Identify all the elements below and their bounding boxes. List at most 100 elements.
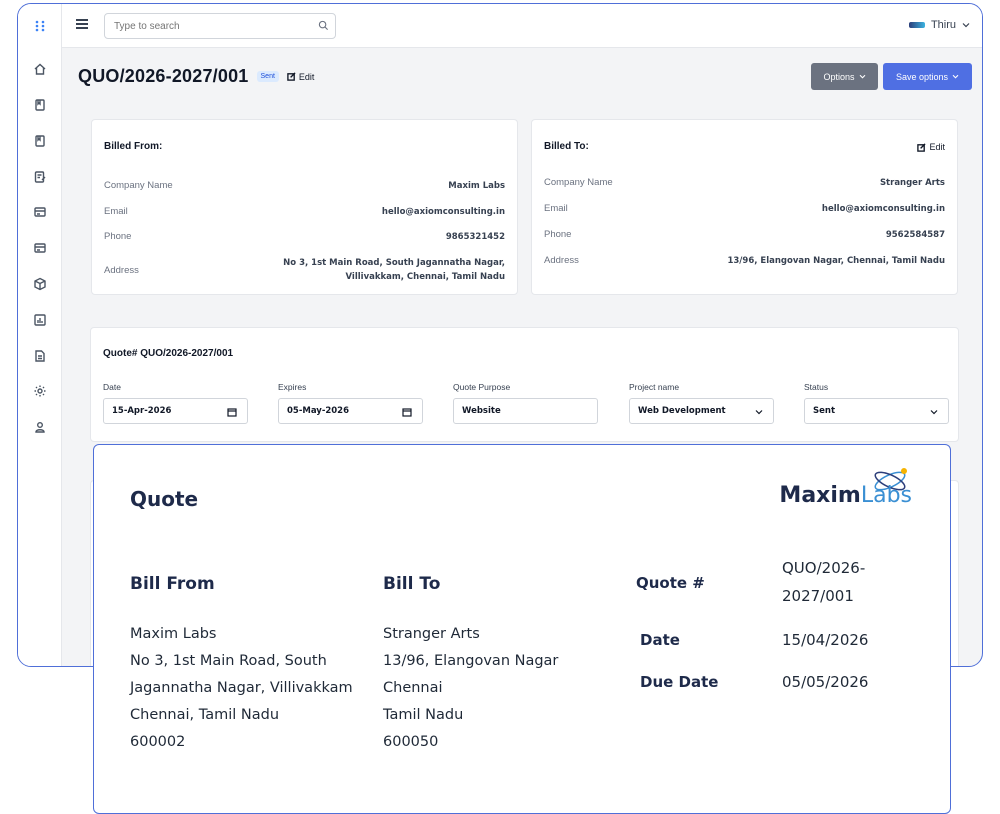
save-options-button[interactable]: Save options xyxy=(883,63,972,90)
search-icon xyxy=(318,20,329,31)
quote-number-title: Quote# QUO/2026-2027/001 xyxy=(103,348,234,359)
email-label: Email xyxy=(104,206,128,217)
quote-details-card: Quote# QUO/2026-2027/001 Date 15-Apr-202… xyxy=(90,327,959,442)
chevron-down-icon xyxy=(859,74,865,79)
box-icon[interactable] xyxy=(30,274,50,294)
expires-label: Expires xyxy=(278,382,307,392)
phone-value: 9865321452 xyxy=(445,232,505,242)
email-label: Email xyxy=(544,203,568,214)
top-bar: Thiru xyxy=(62,4,982,48)
bill-to-line: Stranger Arts xyxy=(383,626,480,642)
address-value-line2: Villivakkam, Chennai, Tamil Nadu xyxy=(345,272,505,282)
chevron-down-icon xyxy=(755,410,763,415)
project-name-select[interactable]: Web Development xyxy=(629,398,774,424)
address-label: Address xyxy=(104,265,139,276)
address-value-line1: No 3, 1st Main Road, South Jagannatha Na… xyxy=(283,258,505,268)
bill-to-heading: Bill To xyxy=(383,574,441,594)
edit-icon xyxy=(287,72,296,81)
brand-sub: Labs xyxy=(860,483,912,508)
bookmark-icon[interactable] xyxy=(30,131,50,151)
date-input[interactable]: 15-Apr-2026 xyxy=(103,398,248,424)
edit-icon xyxy=(917,142,927,152)
bill-to-line: 600050 xyxy=(383,734,439,750)
billed-from-card: Billed From: Company Name Maxim Labs Ema… xyxy=(91,119,518,295)
expires-input[interactable]: 05-May-2026 xyxy=(278,398,423,424)
save-options-label: Save options xyxy=(895,71,949,82)
user-menu[interactable]: Thiru xyxy=(908,19,970,31)
card-icon[interactable] xyxy=(30,202,50,222)
date-value: 15-Apr-2026 xyxy=(112,406,172,416)
quote-number-label: Quote # xyxy=(636,574,705,592)
bill-from-address: Maxim Labs No 3, 1st Main Road, South Ja… xyxy=(130,621,353,756)
bill-from-line: 600002 xyxy=(130,734,186,750)
preview-title: Quote xyxy=(130,487,199,511)
chart-icon[interactable] xyxy=(30,310,50,330)
bill-to-line: Tamil Nadu xyxy=(383,707,464,723)
menu-icon[interactable] xyxy=(76,19,88,29)
billed-from-title: Billed From: xyxy=(104,141,163,152)
sidebar xyxy=(18,4,62,666)
due-date-label: Due Date xyxy=(640,673,719,691)
date-label: Date xyxy=(103,382,121,392)
status-label: Status xyxy=(804,382,829,392)
phone-label: Phone xyxy=(544,229,572,240)
billed-to-edit-link[interactable]: Edit xyxy=(917,142,945,152)
quote-purpose-label: Quote Purpose xyxy=(453,382,511,392)
bill-to-line: 13/96, Elangovan Nagar xyxy=(383,653,559,669)
email-value: hello@axiomconsulting.in xyxy=(381,207,505,217)
address-value: 13/96, Elangovan Nagar, Chennai, Tamil N… xyxy=(727,256,945,266)
bill-to-line: Chennai xyxy=(383,680,443,696)
bill-to-address: Stranger Arts 13/96, Elangovan Nagar Che… xyxy=(383,621,558,756)
chevron-down-icon xyxy=(930,410,938,415)
project-name-value: Web Development xyxy=(638,406,726,416)
options-label: Options xyxy=(823,71,855,82)
document-icon[interactable] xyxy=(30,346,50,366)
options-button[interactable]: Options xyxy=(811,63,878,90)
bill-from-line: Jagannatha Nagar, Villivakkam xyxy=(130,680,353,696)
chevron-down-icon xyxy=(962,23,970,28)
page-title: QUO/2026-2027/001 xyxy=(78,66,249,86)
edit-label: Edit xyxy=(298,71,315,82)
calendar-icon[interactable] xyxy=(402,407,412,417)
date-label: Date xyxy=(640,631,680,649)
phone-label: Phone xyxy=(104,231,132,242)
edit-quote-link[interactable]: Edit xyxy=(287,71,315,82)
book-icon[interactable] xyxy=(30,95,50,115)
billed-to-edit-label: Edit xyxy=(929,142,945,152)
expires-value: 05-May-2026 xyxy=(287,406,350,416)
company-name-label: Company Name xyxy=(544,177,613,188)
card-alt-icon[interactable] xyxy=(30,238,50,258)
brand-wordmark: MaximLabs xyxy=(779,483,912,508)
brand-main: Maxim xyxy=(779,483,861,508)
status-select[interactable]: Sent xyxy=(804,398,949,424)
bill-from-line: No 3, 1st Main Road, South xyxy=(130,653,327,669)
company-name-value: Maxim Labs xyxy=(448,181,505,191)
status-badge: Sent xyxy=(256,71,279,82)
quote-preview: Quote MaximLabs Bill From Maxim Labs No … xyxy=(93,444,951,814)
bill-from-heading: Bill From xyxy=(130,574,215,594)
quote-purpose-input[interactable]: Website xyxy=(453,398,598,424)
bill-from-line: Maxim Labs xyxy=(130,626,217,642)
apps-icon[interactable] xyxy=(30,16,50,36)
billed-to-title: Billed To: xyxy=(544,141,589,152)
billed-to-card: Billed To: Edit Company Name Stranger Ar… xyxy=(531,119,958,295)
settings-icon[interactable] xyxy=(30,381,50,401)
status-value: Sent xyxy=(813,406,836,416)
company-name-value: Stranger Arts xyxy=(879,178,945,188)
calendar-icon[interactable] xyxy=(227,407,237,417)
quote-purpose-value: Website xyxy=(462,406,501,416)
user-avatar xyxy=(908,22,925,28)
home-icon[interactable] xyxy=(30,59,50,79)
chevron-down-icon xyxy=(952,74,959,79)
address-label: Address xyxy=(544,255,579,266)
quote-number-value: QUO/2026- 2027/001 xyxy=(782,554,865,610)
bill-from-line: Chennai, Tamil Nadu xyxy=(130,707,280,723)
project-name-label: Project name xyxy=(629,382,680,392)
quote-number-line: 2027/001 xyxy=(782,587,854,605)
date-value: 15/04/2026 xyxy=(782,631,869,649)
email-value: hello@axiomconsulting.in xyxy=(821,204,945,214)
due-date-value: 05/05/2026 xyxy=(782,673,869,691)
search-input[interactable] xyxy=(104,13,336,39)
invoice-icon[interactable] xyxy=(30,167,50,187)
user-icon[interactable] xyxy=(30,417,50,437)
